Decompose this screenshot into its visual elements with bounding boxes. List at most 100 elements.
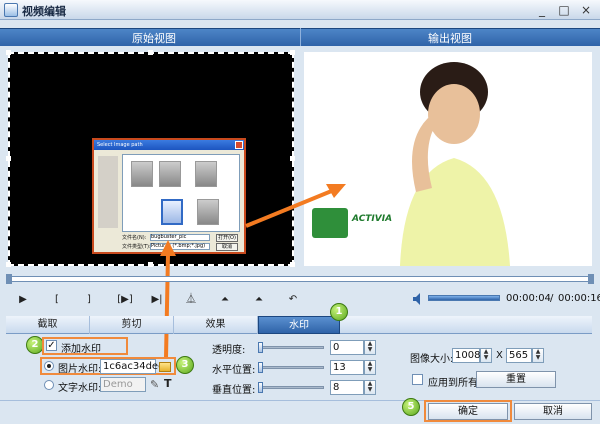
resize-handle[interactable]: [148, 50, 153, 55]
arrow-folder-to-dialog: [164, 253, 170, 359]
image-width-spinner[interactable]: ▲ ▼: [480, 348, 492, 363]
dialog-filename-input[interactable]: bugbuster_pic: [150, 234, 210, 241]
dialog-filetype-label: 文件类型(T):: [122, 244, 151, 250]
dialog-file-list[interactable]: [122, 154, 240, 232]
pen-icon[interactable]: ✎: [150, 378, 159, 391]
dialog-places-bar[interactable]: [98, 156, 118, 228]
resize-handle[interactable]: [6, 156, 11, 161]
apply-to-all-label: 应用到所有: [428, 378, 478, 389]
vertical-position-spinner[interactable]: ▲ ▼: [364, 380, 376, 395]
horizontal-position-slider[interactable]: [258, 366, 324, 369]
reset-button[interactable]: 重置: [476, 371, 556, 388]
apply-to-all-checkbox[interactable]: [412, 374, 423, 385]
tab-capture[interactable]: 截取: [6, 316, 90, 334]
minimize-button[interactable]: _: [532, 2, 552, 18]
resize-handle[interactable]: [148, 262, 153, 267]
image-height-spinner[interactable]: ▲ ▼: [532, 348, 544, 363]
window-title: 视频编辑: [22, 5, 66, 18]
vertical-position-input[interactable]: 8: [330, 380, 364, 395]
image-thumbnail-selected[interactable]: [161, 199, 183, 225]
resize-handle[interactable]: [290, 50, 295, 55]
yogurt-cup: [312, 208, 348, 238]
dialog-title: Select Image path: [94, 140, 244, 150]
title-bar: [0, 0, 600, 20]
image-thumbnail[interactable]: [131, 161, 153, 187]
transparency-label: 透明度:: [212, 345, 246, 356]
volume-slider[interactable]: [428, 295, 500, 301]
transparency-input[interactable]: 0: [330, 340, 364, 355]
align-bottom-button[interactable]: ⏶: [250, 292, 268, 308]
play-button[interactable]: ▶: [14, 292, 32, 308]
close-button[interactable]: ×: [576, 2, 596, 18]
resize-handle[interactable]: [6, 50, 11, 55]
tab-watermark[interactable]: 水印: [258, 316, 340, 334]
watermark-image-dialog[interactable]: Select Image path 文件名(N): bugbuster_pic …: [92, 138, 246, 254]
transparency-spinner[interactable]: ▲ ▼: [364, 340, 376, 355]
timeline-start-handle[interactable]: [6, 274, 12, 284]
time-separator: /: [550, 293, 554, 304]
play-selection-button[interactable]: [▶]: [114, 292, 136, 308]
image-watermark-radio[interactable]: [44, 361, 54, 371]
horizontal-position-spinner[interactable]: ▲ ▼: [364, 360, 376, 375]
transparency-slider-thumb[interactable]: [258, 342, 263, 353]
vertical-position-slider-thumb[interactable]: [258, 382, 263, 393]
set-start-button[interactable]: [: [48, 292, 66, 308]
next-frame-button[interactable]: ▶|: [148, 292, 166, 308]
resize-handle[interactable]: [290, 262, 295, 267]
add-watermark-checkbox[interactable]: ✓: [46, 340, 57, 351]
vertical-position-slider[interactable]: [258, 386, 324, 389]
step-badge-1: 1: [330, 303, 348, 321]
image-thumbnail[interactable]: [195, 161, 217, 187]
current-time: 00:00:04: [506, 293, 551, 304]
dialog-filetype-select[interactable]: Pictures (*.bmp;*.jpg): [150, 243, 210, 250]
radio-dot: [47, 364, 51, 368]
step-badge-3: 3: [176, 356, 194, 374]
text-watermark-label: 文字水印:: [58, 383, 102, 394]
maximize-button[interactable]: □: [554, 2, 574, 18]
view-divider: [300, 28, 301, 46]
step-badge-5: 5: [402, 398, 420, 416]
horizontal-position-label: 水平位置:: [212, 365, 256, 376]
horizontal-position-input[interactable]: 13: [330, 360, 364, 375]
dialog-cancel-button[interactable]: 取消: [216, 243, 238, 251]
horizontal-position-slider-thumb[interactable]: [258, 362, 263, 373]
image-height-input[interactable]: 565: [506, 348, 532, 363]
dialog-open-button[interactable]: 打开(O): [216, 234, 238, 242]
volume-fill: [429, 296, 499, 300]
size-separator: X: [496, 350, 503, 361]
image-thumbnail[interactable]: [159, 161, 181, 187]
total-time: 00:00:16: [558, 293, 600, 304]
output-video-frame: [312, 62, 510, 266]
tab-cut[interactable]: 剪切: [90, 316, 174, 334]
person-figure-face: [428, 84, 480, 144]
dialog-filename-label: 文件名(N):: [122, 235, 147, 241]
timeline-end-handle[interactable]: [588, 274, 594, 284]
undo-button[interactable]: ↶: [284, 292, 302, 308]
output-video-preview[interactable]: ACTIVIA: [304, 52, 592, 266]
text-format-icon[interactable]: T: [164, 377, 172, 390]
ok-button[interactable]: 确定: [428, 403, 508, 420]
text-watermark-input[interactable]: Demo: [100, 377, 146, 392]
transparency-slider[interactable]: [258, 346, 324, 349]
folder-icon[interactable]: [159, 362, 171, 372]
volume-icon[interactable]: [412, 292, 424, 306]
original-view-label: 原始视图: [132, 32, 176, 45]
image-watermark-label: 图片水印:: [58, 364, 102, 375]
image-thumbnail[interactable]: [197, 199, 219, 225]
text-watermark-radio[interactable]: [44, 380, 54, 390]
resize-handle[interactable]: [6, 262, 11, 267]
output-view-label: 输出视图: [428, 32, 472, 45]
image-watermark-path-input[interactable]: 1c6ac34deet: [100, 359, 168, 374]
app-icon: [4, 3, 18, 17]
activia-brand-text: ACTIVIA: [352, 214, 393, 224]
cancel-button[interactable]: 取消: [514, 403, 592, 420]
add-watermark-label: 添加水印: [61, 344, 101, 355]
resize-handle[interactable]: [290, 156, 295, 161]
set-end-button[interactable]: ]: [80, 292, 98, 308]
timeline-track[interactable]: [6, 276, 594, 282]
center-button[interactable]: ⏅: [182, 292, 200, 308]
tab-effect[interactable]: 效果: [174, 316, 258, 334]
dialog-close-icon[interactable]: [235, 141, 243, 149]
image-width-input[interactable]: 1008: [452, 348, 480, 363]
align-top-button[interactable]: ⏶: [216, 292, 234, 308]
